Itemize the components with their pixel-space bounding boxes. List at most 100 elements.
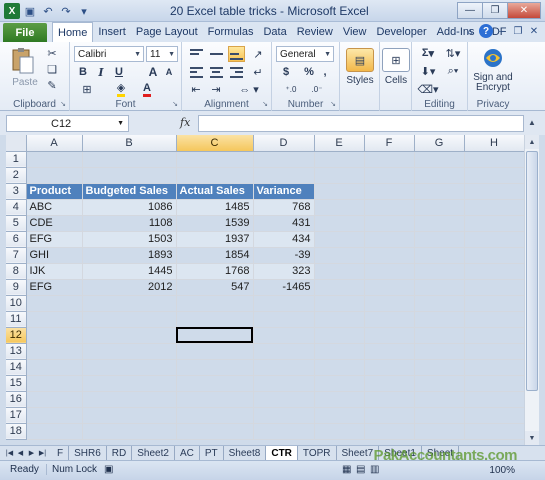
cell[interactable] bbox=[26, 295, 83, 312]
number-launcher-icon[interactable]: ↘ bbox=[330, 100, 336, 108]
cell[interactable] bbox=[314, 391, 365, 408]
macro-record-icon[interactable]: ▣ bbox=[104, 464, 113, 475]
increase-decimal-icon[interactable]: ⁺.0 bbox=[280, 82, 302, 96]
sheet-tab[interactable]: AC bbox=[175, 446, 200, 460]
cell[interactable] bbox=[26, 407, 83, 424]
file-tab[interactable]: File bbox=[3, 23, 47, 42]
bold-button[interactable]: B bbox=[76, 65, 90, 79]
row-header[interactable]: 11 bbox=[6, 311, 27, 328]
cell[interactable] bbox=[253, 359, 315, 376]
column-header-f[interactable]: F bbox=[364, 135, 415, 152]
row-header[interactable]: 5 bbox=[6, 215, 27, 232]
cell[interactable] bbox=[314, 231, 365, 248]
cell[interactable] bbox=[464, 407, 525, 424]
row-header[interactable]: 17 bbox=[6, 407, 27, 424]
row-header[interactable]: 1 bbox=[6, 151, 27, 168]
column-header-g[interactable]: G bbox=[414, 135, 465, 152]
cell[interactable] bbox=[176, 423, 254, 440]
cell[interactable] bbox=[414, 375, 465, 392]
row-header[interactable]: 3 bbox=[6, 183, 27, 200]
cell[interactable] bbox=[364, 359, 415, 376]
table-cell-product[interactable]: IJK bbox=[26, 263, 83, 280]
window-restore-icon[interactable]: ❐ bbox=[511, 24, 525, 38]
column-header-h[interactable]: H bbox=[464, 135, 525, 152]
table-cell-variance[interactable]: 434 bbox=[253, 231, 315, 248]
row-header[interactable]: 7 bbox=[6, 247, 27, 264]
table-cell-variance[interactable]: -39 bbox=[253, 247, 315, 264]
table-cell-variance[interactable]: 431 bbox=[253, 215, 315, 232]
table-header-variance[interactable]: Variance bbox=[253, 183, 315, 200]
cell[interactable] bbox=[464, 183, 525, 200]
table-cell-budgeted[interactable]: 1445 bbox=[82, 263, 177, 280]
cell[interactable] bbox=[26, 423, 83, 440]
zoom-level[interactable]: 100% bbox=[489, 465, 515, 476]
cell[interactable] bbox=[414, 407, 465, 424]
percent-button[interactable]: % bbox=[302, 65, 316, 79]
row-header[interactable]: 9 bbox=[6, 279, 27, 296]
cell[interactable] bbox=[414, 231, 465, 248]
cell[interactable] bbox=[364, 263, 415, 280]
cell[interactable] bbox=[253, 167, 315, 184]
cell[interactable] bbox=[414, 391, 465, 408]
redo-icon[interactable]: ↷ bbox=[58, 3, 74, 19]
last-sheet-icon[interactable]: ▶| bbox=[37, 447, 48, 459]
restore-icon[interactable]: ❐ bbox=[482, 2, 508, 19]
cell[interactable] bbox=[364, 311, 415, 328]
row-header[interactable]: 12 bbox=[6, 327, 27, 344]
font-launcher-icon[interactable]: ↘ bbox=[172, 100, 178, 108]
top-align-icon[interactable] bbox=[188, 47, 204, 61]
table-cell-product[interactable]: CDE bbox=[26, 215, 83, 232]
vertical-scrollbar[interactable]: ▲ ▼ bbox=[524, 135, 539, 445]
table-cell-product[interactable]: GHI bbox=[26, 247, 83, 264]
sheet-tab[interactable]: TOPR bbox=[298, 446, 337, 460]
tab-page-layout[interactable]: Page Layout bbox=[131, 22, 203, 42]
cell[interactable] bbox=[414, 247, 465, 264]
cell[interactable] bbox=[314, 295, 365, 312]
sheet-tab[interactable]: PT bbox=[200, 446, 224, 460]
cell[interactable] bbox=[414, 167, 465, 184]
cell[interactable] bbox=[364, 231, 415, 248]
cell[interactable] bbox=[26, 327, 83, 344]
cell[interactable] bbox=[464, 247, 525, 264]
cell[interactable] bbox=[314, 247, 365, 264]
cell[interactable] bbox=[314, 199, 365, 216]
copy-icon[interactable]: ❏ bbox=[44, 62, 60, 76]
tab-view[interactable]: View bbox=[338, 22, 372, 42]
sign-encrypt-icon[interactable] bbox=[481, 46, 505, 70]
paste-icon[interactable] bbox=[8, 46, 38, 76]
cell[interactable] bbox=[176, 391, 254, 408]
column-header-c[interactable]: C bbox=[176, 135, 254, 152]
font-name-combo[interactable]: Calibri ▼ bbox=[74, 46, 144, 62]
insert-function-icon[interactable]: fx bbox=[180, 116, 190, 129]
comma-button[interactable]: , bbox=[318, 65, 332, 79]
align-left-icon[interactable] bbox=[188, 65, 204, 79]
borders-icon[interactable]: ⊞ bbox=[74, 82, 100, 96]
cell[interactable] bbox=[464, 391, 525, 408]
table-header-actual-sales[interactable]: Actual Sales bbox=[176, 183, 254, 200]
sheet-tab[interactable]: Sheet8 bbox=[224, 446, 267, 460]
minimize-ribbon-icon[interactable]: ▵ bbox=[463, 24, 477, 38]
shrink-font-button[interactable]: A bbox=[162, 65, 176, 79]
table-cell-budgeted[interactable]: 1108 bbox=[82, 215, 177, 232]
selected-cell-c12[interactable] bbox=[176, 327, 254, 344]
table-header-product[interactable]: Product bbox=[26, 183, 83, 200]
normal-view-icon[interactable]: ▦ bbox=[342, 464, 351, 475]
cell[interactable] bbox=[176, 359, 254, 376]
cell[interactable] bbox=[314, 327, 365, 344]
sheet-tab[interactable]: F bbox=[52, 446, 70, 460]
column-header-a[interactable]: A bbox=[26, 135, 83, 152]
cell[interactable] bbox=[253, 327, 315, 344]
excel-logo-icon[interactable]: X bbox=[4, 3, 20, 19]
cell[interactable] bbox=[314, 183, 365, 200]
cell[interactable] bbox=[364, 151, 415, 168]
customize-qat-icon[interactable]: ▾ bbox=[76, 3, 92, 19]
cell[interactable] bbox=[464, 231, 525, 248]
cell[interactable] bbox=[464, 359, 525, 376]
cell[interactable] bbox=[364, 375, 415, 392]
cell[interactable] bbox=[414, 215, 465, 232]
table-cell-variance[interactable]: -1465 bbox=[253, 279, 315, 296]
clipboard-launcher-icon[interactable]: ↘ bbox=[60, 100, 66, 108]
align-right-icon[interactable] bbox=[228, 65, 244, 79]
cell[interactable] bbox=[414, 199, 465, 216]
expand-formula-bar-icon[interactable]: ▲ bbox=[528, 118, 536, 127]
